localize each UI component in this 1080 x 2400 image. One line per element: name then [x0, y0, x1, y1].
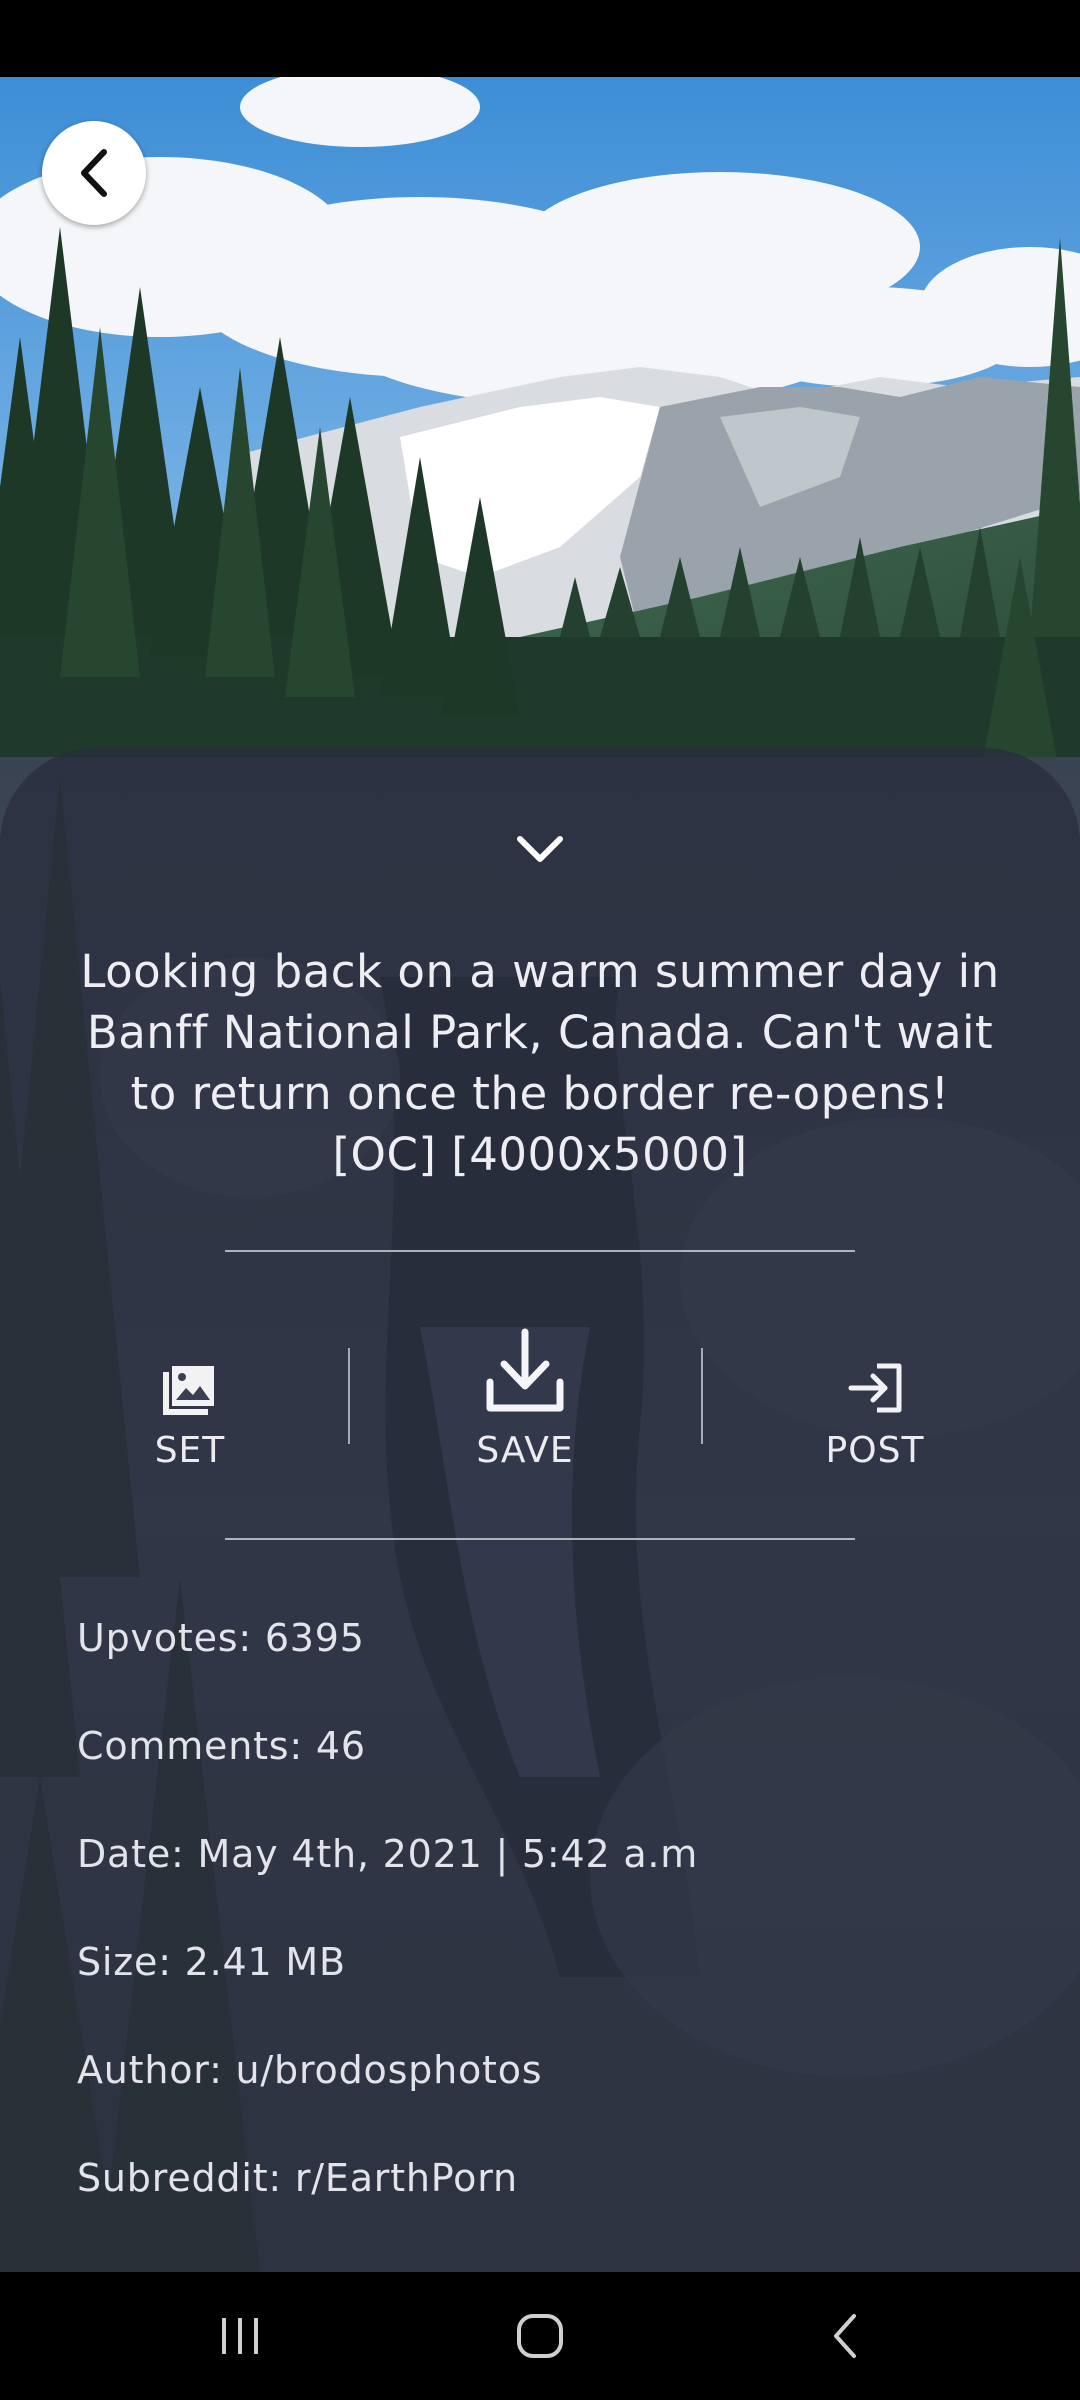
bottom-divider [225, 1538, 855, 1540]
action-separator [348, 1348, 350, 1444]
chevron-left-icon [81, 149, 107, 197]
home-icon [517, 2314, 563, 2358]
nav-back-button[interactable] [775, 2272, 915, 2400]
post-button[interactable]: POST [815, 1348, 935, 1508]
system-nav-bar [0, 2272, 1080, 2400]
comments-text: Comments: 46 [77, 1724, 366, 1768]
set-wallpaper-button[interactable]: SET [130, 1348, 250, 1508]
collapse-button[interactable] [500, 818, 580, 878]
back-icon [834, 2314, 856, 2358]
wallpaper-detail-screen: Looking back on a warm summer day in Ban… [0, 0, 1080, 2400]
nav-recents-button[interactable] [170, 2272, 310, 2400]
login-icon [848, 1363, 902, 1413]
post-title: Looking back on a warm summer day in Ban… [80, 945, 1000, 1181]
author-text[interactable]: Author: u/brodosphotos [77, 2048, 542, 2092]
chevron-down-icon [517, 836, 563, 862]
back-button[interactable] [42, 121, 146, 225]
nav-home-button[interactable] [470, 2272, 610, 2400]
download-icon [486, 1328, 564, 1412]
post-label: POST [825, 1430, 925, 1471]
upvotes-text: Upvotes: 6395 [77, 1616, 365, 1660]
status-bar [0, 0, 1080, 77]
set-label: SET [154, 1430, 226, 1471]
size-text: Size: 2.41 MB [77, 1940, 346, 1984]
image-icon [163, 1366, 214, 1415]
date-text: Date: May 4th, 2021 | 5:42 a.m [77, 1832, 699, 1876]
action-separator [701, 1348, 703, 1444]
top-divider [225, 1250, 855, 1252]
recents-icon [222, 2318, 258, 2354]
details-sheet: Looking back on a warm summer day in Ban… [0, 748, 1080, 2272]
save-button[interactable]: SAVE [460, 1328, 590, 1488]
save-label: SAVE [476, 1430, 574, 1471]
subreddit-text[interactable]: Subreddit: r/EarthPorn [77, 2156, 518, 2200]
